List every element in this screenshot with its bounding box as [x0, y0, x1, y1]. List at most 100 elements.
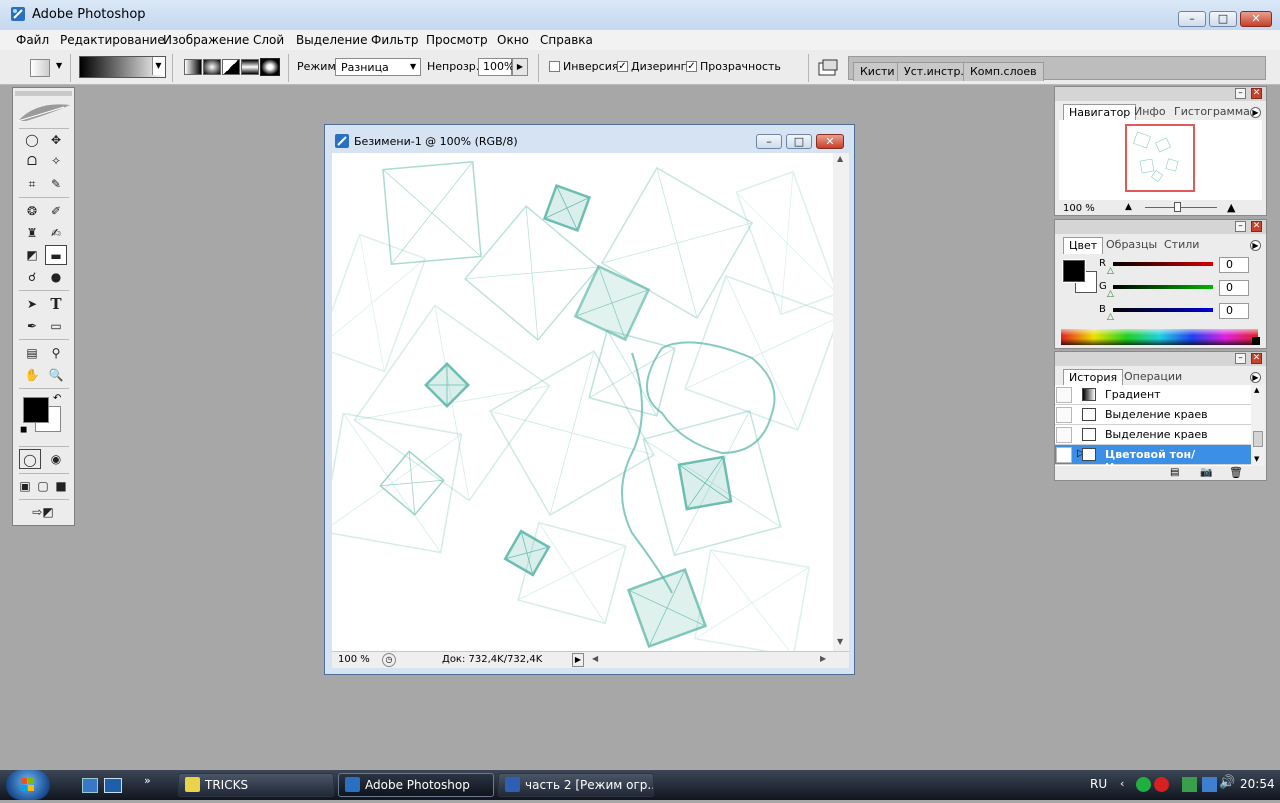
status-menu-arrow-icon[interactable]: ▶	[572, 653, 584, 667]
start-button[interactable]	[6, 770, 50, 800]
path-selection-tool-icon[interactable]: ➤	[21, 294, 43, 314]
hand-tool-icon[interactable]: ✋	[21, 365, 43, 385]
menu-window[interactable]: Окно	[497, 33, 529, 47]
scroll-thumb[interactable]	[1253, 431, 1263, 447]
tray-network-icon[interactable]	[1182, 777, 1197, 792]
healing-brush-tool-icon[interactable]: ❂	[21, 201, 43, 221]
panel-minimize-button[interactable]: –	[1235, 353, 1246, 364]
foreground-color-box[interactable]	[1063, 260, 1085, 282]
dodge-tool-icon[interactable]: ●	[45, 267, 67, 287]
zoom-tool-icon[interactable]: 🔍	[45, 365, 67, 385]
switch-windows-icon[interactable]	[104, 778, 122, 793]
taskbar-button-word[interactable]: часть 2 [Режим огр...	[498, 773, 654, 797]
rectangle-tool-icon[interactable]: ▭	[45, 316, 67, 336]
reverse-checkbox[interactable]	[549, 61, 560, 72]
scroll-up-icon[interactable]: ▲	[837, 154, 843, 163]
channel-r-value[interactable]: 0	[1219, 257, 1249, 273]
toolbox-grip[interactable]	[15, 91, 72, 96]
screen-mode-menu-icon[interactable]: ▢	[34, 476, 52, 496]
radial-gradient-icon[interactable]	[203, 59, 221, 75]
navigator-view-box[interactable]	[1125, 124, 1195, 192]
angle-gradient-icon[interactable]	[222, 59, 240, 75]
language-indicator[interactable]: RU	[1090, 777, 1107, 791]
taskbar-button-photoshop[interactable]: Adobe Photoshop	[338, 773, 494, 797]
diamond-gradient-icon[interactable]	[260, 58, 280, 76]
scroll-right-icon[interactable]: ▶	[820, 654, 826, 663]
history-step[interactable]: Градиент	[1055, 385, 1251, 405]
minimize-button[interactable]: –	[1178, 11, 1206, 27]
tool-preset-icon[interactable]	[30, 59, 50, 77]
tab-swatches[interactable]: Образцы	[1101, 237, 1162, 253]
zoom-level[interactable]: 100 %	[338, 654, 370, 665]
menu-layer[interactable]: Слой	[253, 33, 284, 47]
slider-thumb-icon[interactable]: △	[1107, 266, 1114, 276]
screen-mode-standard-icon[interactable]: ▣	[16, 476, 34, 496]
panel-menu-icon[interactable]: ▶	[1250, 107, 1261, 118]
history-step[interactable]: Выделение краев	[1055, 425, 1251, 445]
tab-color[interactable]: Цвет	[1063, 237, 1104, 254]
opacity-input[interactable]: 100%	[478, 58, 514, 76]
clone-stamp-tool-icon[interactable]: ♜	[21, 223, 43, 243]
panel-menu-icon[interactable]: ▶	[1250, 240, 1261, 251]
reflected-gradient-icon[interactable]	[241, 59, 259, 75]
slice-tool-icon[interactable]: ✎	[45, 174, 67, 194]
close-button[interactable]: ✕	[1240, 11, 1272, 27]
marquee-tool-icon[interactable]: ◯	[21, 130, 43, 150]
vertical-scrollbar[interactable]: ▲ ▼	[833, 153, 849, 651]
channel-b-value[interactable]: 0	[1219, 303, 1249, 319]
type-tool-icon[interactable]: T	[45, 294, 67, 314]
dither-checkbox[interactable]: ✓	[617, 61, 628, 72]
crop-tool-icon[interactable]: ⌗	[21, 174, 43, 194]
volume-icon[interactable]: 🔊	[1219, 775, 1235, 790]
tray-security-icon[interactable]	[1154, 777, 1169, 792]
tray-monitor-icon[interactable]	[1202, 777, 1217, 792]
panel-minimize-button[interactable]: –	[1235, 221, 1246, 232]
trash-icon[interactable]: 🗑	[1229, 466, 1243, 479]
gradient-tool-icon[interactable]: ▬	[45, 245, 67, 265]
linear-gradient-icon[interactable]	[184, 59, 202, 75]
tab-brushes[interactable]: Кисти	[853, 62, 902, 81]
maximize-button[interactable]: □	[1209, 11, 1237, 27]
channel-g-value[interactable]: 0	[1219, 280, 1249, 296]
color-spectrum-bar[interactable]	[1061, 329, 1258, 345]
history-brush-tool-icon[interactable]: ✍	[45, 223, 67, 243]
quick-launch-more-icon[interactable]: »	[144, 774, 151, 787]
foreground-color-swatch[interactable]	[23, 397, 49, 423]
quick-mask-mode-icon[interactable]: ◉	[45, 449, 67, 469]
menu-help[interactable]: Справка	[540, 33, 593, 47]
mode-select[interactable]: Разница ▼	[335, 58, 421, 76]
tab-layer-comps[interactable]: Комп.слоев	[963, 62, 1044, 81]
notes-tool-icon[interactable]: ▤	[21, 343, 43, 363]
status-info-icon[interactable]: ◷	[382, 653, 396, 667]
history-step-selected[interactable]: ▷ Цветовой тон/Насыщ...	[1055, 445, 1251, 466]
menu-filter[interactable]: Фильтр	[371, 33, 418, 47]
tray-app-icon[interactable]	[1136, 777, 1151, 792]
zoom-out-icon[interactable]: ▲	[1125, 202, 1132, 212]
magic-wand-tool-icon[interactable]: ✧	[45, 151, 67, 171]
default-colors-icon[interactable]: ◼	[20, 425, 27, 435]
black-swatch[interactable]	[1252, 337, 1260, 345]
channel-g-slider[interactable]	[1113, 285, 1213, 289]
tab-histogram[interactable]: Гистограмма	[1169, 104, 1255, 120]
jump-to-imageready-icon[interactable]: ⇨◩	[19, 502, 67, 522]
brush-tool-icon[interactable]: ✐	[45, 201, 67, 221]
scroll-down-icon[interactable]: ▼	[837, 637, 843, 646]
tab-info[interactable]: Инфо	[1129, 104, 1171, 120]
swap-colors-icon[interactable]: ↶	[53, 393, 61, 404]
tab-navigator[interactable]: Навигатор	[1063, 104, 1137, 121]
chevron-down-icon[interactable]: ▼	[56, 61, 62, 70]
scroll-down-icon[interactable]: ▼	[1254, 455, 1259, 463]
panel-close-button[interactable]: ✕	[1251, 88, 1262, 99]
menu-edit[interactable]: Редактирование	[60, 33, 165, 47]
slider-thumb-icon[interactable]: △	[1107, 289, 1114, 299]
move-tool-icon[interactable]: ✥	[45, 130, 67, 150]
tab-actions[interactable]: Операции	[1119, 369, 1187, 385]
eyedropper-tool-icon[interactable]: ⚲	[45, 343, 67, 363]
slider-thumb-icon[interactable]: △	[1107, 312, 1114, 322]
standard-mode-icon[interactable]: ◯	[19, 449, 41, 469]
navigator-zoom-thumb[interactable]	[1174, 202, 1182, 212]
history-scrollbar[interactable]: ▲ ▼	[1251, 385, 1265, 466]
lasso-tool-icon[interactable]: ᗝ	[21, 151, 43, 171]
opacity-slider-arrow-icon[interactable]: ▶	[512, 58, 528, 76]
tab-tool-presets[interactable]: Уст.инстр.	[897, 62, 971, 81]
